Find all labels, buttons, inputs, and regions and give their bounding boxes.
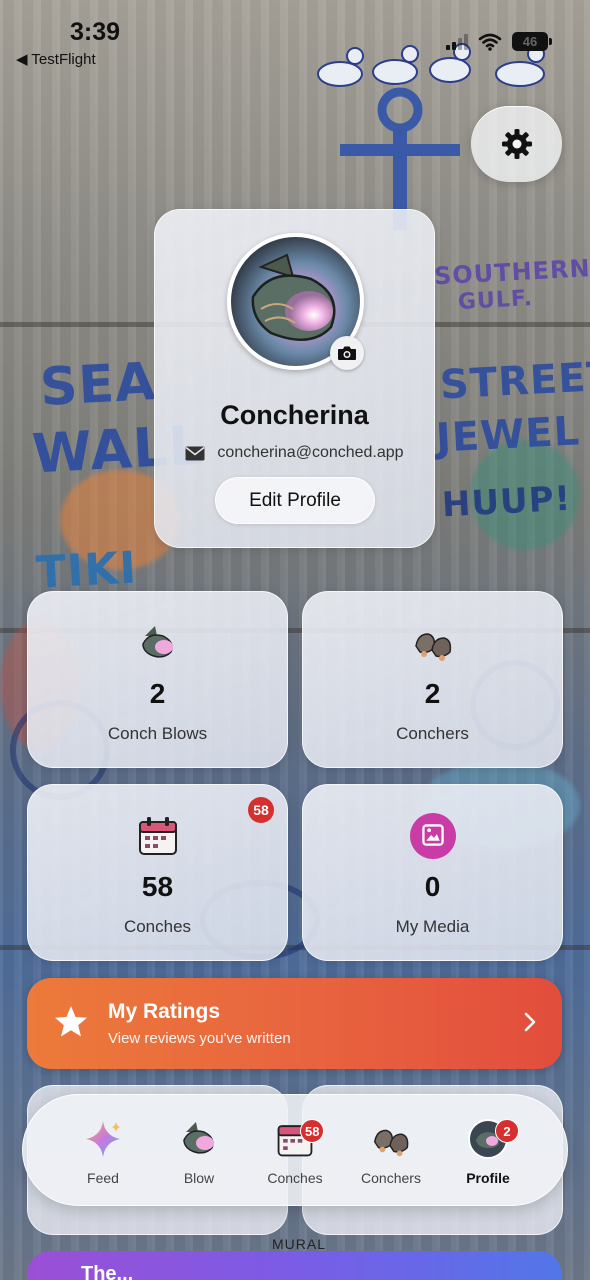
tab-profile[interactable]: 2 Profile — [441, 1095, 535, 1207]
tab-conches[interactable]: 58 Conches — [248, 1095, 342, 1207]
tab-label: Feed — [87, 1170, 119, 1186]
sparkle-icon — [81, 1117, 125, 1161]
back-to-testflight[interactable]: ◀ TestFlight — [16, 50, 96, 68]
stat-label: Conch Blows — [107, 724, 208, 743]
graffiti-text: HUUP! — [441, 478, 573, 526]
ratings-title: My Ratings — [108, 1000, 221, 1023]
stat-card-my-media[interactable]: 0 My Media — [302, 784, 563, 961]
wifi-icon — [478, 33, 502, 51]
stat-value: 2 — [424, 678, 441, 709]
hermit-crabs-icon — [410, 620, 456, 666]
stat-value: 0 — [424, 871, 441, 902]
graffiti-text: SEA — [38, 351, 158, 419]
hermit-crabs-icon — [369, 1117, 413, 1161]
tab-conchers[interactable]: Conchers — [344, 1095, 438, 1207]
profile-name: Concherina — [220, 400, 369, 430]
stat-card-conch-blows[interactable]: 2 Conch Blows — [27, 591, 288, 768]
tab-label: Profile — [466, 1170, 510, 1186]
photo-gallery-icon — [409, 813, 456, 859]
envelope-icon — [185, 446, 205, 460]
conches-tab-badge: 58 — [300, 1119, 325, 1143]
tab-bar: Feed Blow 58 Conches Conchers 2 Profile — [22, 1094, 568, 1206]
tab-label: Conchers — [361, 1170, 421, 1186]
graffiti-text: STREET — [438, 353, 590, 409]
conch-shell-icon — [135, 620, 181, 666]
mural-graffiti: MURAL — [272, 1236, 327, 1252]
profile-card: Concherina concherina@conched.app Edit P… — [154, 209, 435, 548]
star-icon — [55, 1006, 87, 1037]
conches-count-badge: 58 — [248, 797, 274, 823]
stat-label: Conchers — [396, 724, 469, 743]
gear-icon — [501, 129, 532, 159]
tab-label: Blow — [183, 1170, 215, 1186]
ratings-subtitle: View reviews you've written — [108, 1030, 291, 1047]
stat-label: Conches — [123, 917, 192, 936]
email-text: concherina@conched.app — [217, 444, 404, 461]
my-ratings-button[interactable]: My Ratings View reviews you've written — [27, 978, 562, 1069]
stat-card-conches[interactable]: 58 58 Conches — [27, 784, 288, 961]
edit-profile-button[interactable]: Edit Profile — [215, 477, 375, 524]
avatar-container[interactable] — [227, 233, 364, 370]
battery-icon: 46 — [512, 32, 552, 51]
profile-tab-badge: 2 — [495, 1119, 519, 1143]
graffiti-text: GULF. — [457, 286, 534, 315]
settings-button[interactable] — [471, 106, 562, 182]
stat-value: 58 — [141, 871, 174, 902]
conch-shell-icon — [177, 1117, 221, 1161]
status-icons: 46 — [446, 32, 552, 51]
tab-label: Conches — [267, 1170, 323, 1186]
tab-feed[interactable]: Feed — [56, 1095, 150, 1207]
graffiti-text: JEWEL — [434, 408, 582, 462]
chevron-right-icon — [524, 1012, 536, 1032]
partial-banner-title: The... — [81, 1263, 134, 1280]
stat-value: 2 — [149, 678, 166, 709]
stat-label: My Media — [395, 917, 470, 936]
calendar-icon — [135, 813, 181, 859]
graffiti-text: SOUTHERN. — [433, 253, 590, 291]
tab-blow[interactable]: Blow — [152, 1095, 246, 1207]
status-time: 3:39 — [70, 18, 121, 46]
profile-email-row: concherina@conched.app — [155, 444, 434, 462]
change-photo-button[interactable] — [330, 336, 364, 370]
camera-icon — [338, 346, 356, 360]
cellular-signal-icon — [446, 33, 468, 50]
stat-card-conchers[interactable]: 2 Conchers — [302, 591, 563, 768]
